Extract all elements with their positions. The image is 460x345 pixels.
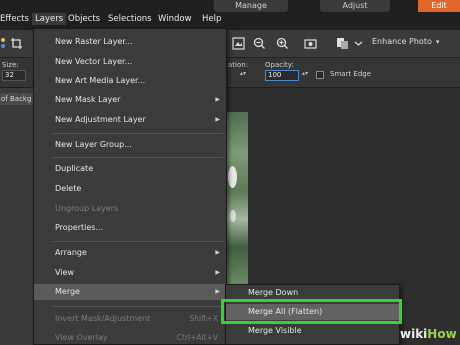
zoom-out-icon[interactable] <box>253 37 266 50</box>
menu-item-ungroup-layers: Ungroup Layers <box>34 201 226 217</box>
menu-item-label: View Overlay <box>55 333 108 342</box>
menu-help[interactable]: Help <box>202 14 221 24</box>
shortcut-text: Ctrl+Alt+V <box>176 333 218 342</box>
menu-item-merge-visible[interactable]: Merge Visible <box>226 323 399 339</box>
shortcut-text: Shift+X <box>189 314 218 323</box>
submenu-arrow-icon: ▶ <box>215 96 220 103</box>
menu-item-label: Invert Mask/Adjustment <box>55 314 151 323</box>
menu-item-new-mask-layer[interactable]: New Mask Layer ▶ <box>34 92 226 108</box>
watermark-wiki: wiki <box>400 327 428 341</box>
image-detail <box>228 166 237 188</box>
menu-item-new-raster-layer[interactable]: New Raster Layer... <box>34 34 226 50</box>
menu-item-label: New Mask Layer <box>55 95 121 104</box>
crop-icon[interactable] <box>10 37 23 50</box>
enhance-photo-label: Enhance Photo <box>372 37 432 46</box>
tab-adjust[interactable]: Adjust <box>320 0 390 12</box>
menu-item-label: Properties... <box>55 223 104 232</box>
wikihow-watermark: wikiHow <box>400 325 458 343</box>
highlight-annotation-box <box>221 299 402 324</box>
menu-separator <box>53 157 223 158</box>
zoom-in-icon[interactable] <box>276 37 289 50</box>
menu-item-label: New Raster Layer... <box>55 37 133 46</box>
menu-item-new-art-media-layer[interactable]: New Art Media Layer... <box>34 73 226 89</box>
menu-separator <box>53 306 223 307</box>
opacity-field[interactable]: 100 <box>265 70 299 81</box>
layers-menu: New Raster Layer... New Vector Layer... … <box>33 28 227 345</box>
size-label: Size: <box>2 61 19 69</box>
tab-edit[interactable]: Edit <box>418 0 460 12</box>
menu-item-new-layer-group[interactable]: New Layer Group... <box>34 137 226 153</box>
menu-window[interactable]: Window <box>158 14 192 24</box>
submenu-arrow-icon: ▶ <box>215 249 220 256</box>
size-field[interactable]: 32 <box>2 70 26 81</box>
layer-name[interactable]: of Backg <box>0 93 35 105</box>
camera-icon[interactable] <box>304 37 317 50</box>
menu-item-label: New Vector Layer... <box>55 57 133 66</box>
submenu-arrow-icon: ▶ <box>215 269 220 276</box>
copy-icon[interactable] <box>336 37 349 50</box>
image-detail <box>230 210 236 222</box>
menu-item-delete[interactable]: Delete <box>34 181 226 197</box>
smart-edge-checkbox[interactable] <box>316 71 324 79</box>
menu-item-properties[interactable]: Properties... <box>34 220 226 236</box>
menu-item-label: New Layer Group... <box>55 140 132 149</box>
submenu-arrow-icon: ▶ <box>215 288 220 295</box>
smart-edge-label: Smart Edge <box>330 70 372 78</box>
spin-arrows-icon[interactable]: ▴▾ <box>240 70 246 77</box>
menu-item-invert-mask-adjustment: Invert Mask/Adjustment Shift+X <box>34 311 226 327</box>
menu-item-label: New Art Media Layer... <box>55 76 146 85</box>
menu-item-label: Arrange <box>55 248 87 257</box>
image-icon[interactable] <box>232 37 245 50</box>
watermark-how: How <box>427 327 457 341</box>
menu-item-label: Delete <box>55 184 82 193</box>
menu-item-label: Duplicate <box>55 164 94 173</box>
opacity-spin-icon[interactable]: ▴▾ <box>302 70 308 77</box>
menu-selections[interactable]: Selections <box>108 14 152 24</box>
menu-item-arrange[interactable]: Arrange ▶ <box>34 245 226 261</box>
menu-separator <box>53 133 223 134</box>
enhance-chevron-icon: ▾ <box>435 38 440 46</box>
opacity-label: Opacity: <box>265 61 294 69</box>
menu-item-view-overlay: View Overlay Ctrl+Alt+V <box>34 330 226 345</box>
menu-item-new-vector-layer[interactable]: New Vector Layer... <box>34 54 226 70</box>
menu-item-new-adjustment-layer[interactable]: New Adjustment Layer ▶ <box>34 112 226 128</box>
menu-item-label: View <box>55 268 74 277</box>
tab-manage[interactable]: Manage <box>214 0 288 12</box>
menu-layers[interactable]: Layers <box>32 13 67 25</box>
menu-item-duplicate[interactable]: Duplicate <box>34 161 226 177</box>
menu-item-label: Ungroup Layers <box>55 204 119 213</box>
menu-item-view[interactable]: View ▶ <box>34 265 226 281</box>
enhance-photo-dropdown[interactable]: Enhance Photo ▾ <box>372 37 439 46</box>
menu-item-merge[interactable]: Merge ▶ <box>34 284 226 300</box>
duration-label: ation: <box>228 61 249 69</box>
submenu-arrow-icon: ▶ <box>215 116 220 123</box>
chevron-down-icon[interactable] <box>352 37 365 50</box>
layers-pane <box>0 88 35 345</box>
menu-effects[interactable]: Effects <box>0 14 29 24</box>
menu-objects[interactable]: Objects <box>68 14 100 24</box>
menu-separator <box>53 241 223 242</box>
menu-item-label: New Adjustment Layer <box>55 115 146 124</box>
menu-item-label: Merge <box>55 287 80 296</box>
